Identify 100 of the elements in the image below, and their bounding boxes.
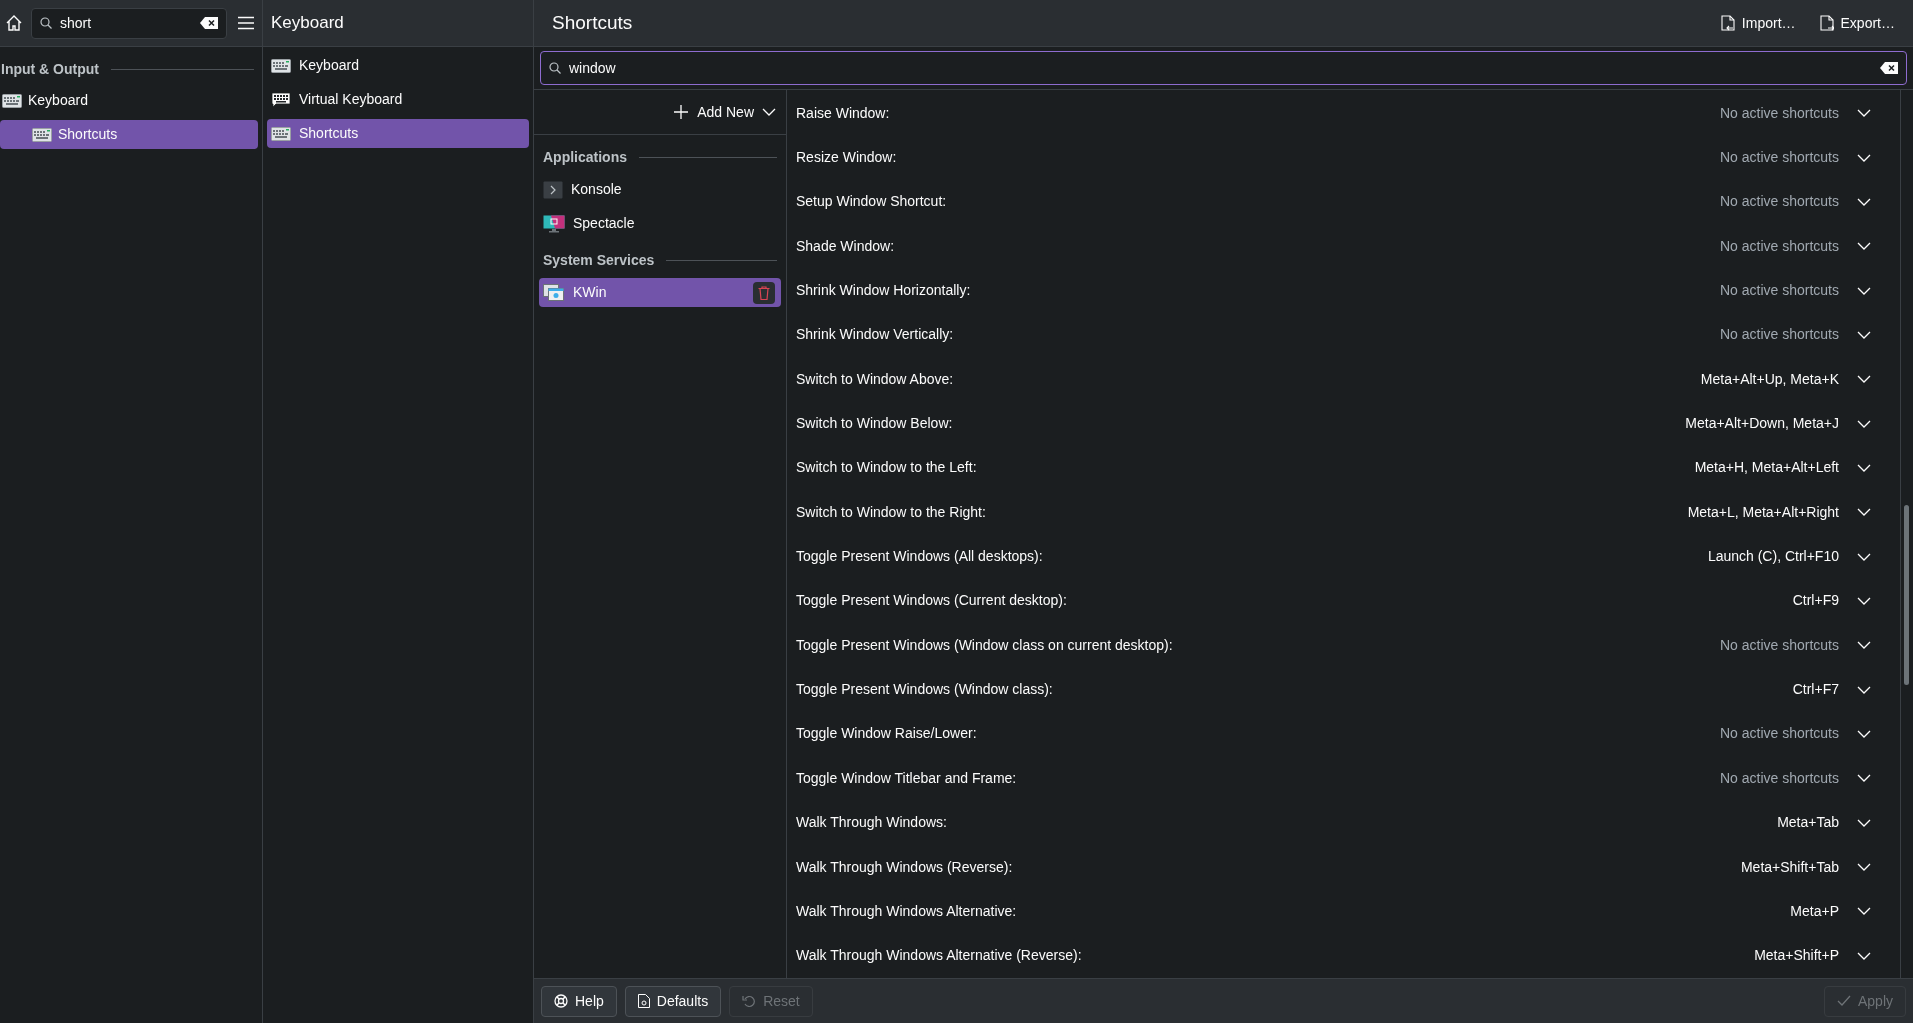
chevron-down-icon	[1857, 109, 1871, 118]
speech-keyboard-icon	[271, 91, 291, 108]
shortcut-keys: Meta+Tab	[1777, 812, 1839, 834]
monitor-icon	[543, 214, 565, 233]
shortcut-keys: Meta+Shift+P	[1754, 945, 1839, 967]
module-item[interactable]: Keyboard	[267, 51, 529, 80]
shortcut-action: Toggle Present Windows (All desktops):	[796, 547, 1044, 567]
keyboard-icon	[271, 126, 291, 141]
shortcut-keys: Meta+Alt+Down, Meta+J	[1685, 413, 1839, 435]
component-label: Konsole	[571, 180, 623, 199]
lifebuoy-icon	[554, 994, 568, 1008]
shortcut-action: Shade Window:	[796, 236, 896, 256]
defaults-button[interactable]: Defaults	[624, 985, 722, 1017]
chevron-down-icon	[1857, 330, 1871, 339]
shortcut-keys: Launch (C), Ctrl+F10	[1707, 546, 1839, 568]
chevron-down-icon	[1857, 685, 1871, 694]
chevron-down-icon	[1857, 596, 1871, 605]
clear-icon	[1880, 62, 1898, 74]
shortcut-keys: No active shortcuts	[1719, 324, 1839, 346]
search-field[interactable]: short	[31, 7, 227, 39]
shortcut-action: Shrink Window Horizontally:	[796, 281, 972, 301]
chevron-down-icon	[1857, 863, 1871, 871]
shortcut-action: Switch to Window to the Left:	[796, 458, 978, 478]
shortcut-keys: No active shortcuts	[1719, 147, 1839, 168]
sidebar-item[interactable]: Keyboard	[0, 86, 258, 115]
shortcut-action: Switch to Window to the Right:	[796, 502, 987, 522]
shortcut-action: Setup Window Shortcut:	[796, 192, 948, 212]
shortcut-action: Walk Through Windows Alternative:	[796, 901, 1018, 921]
chevron-down-icon	[1857, 286, 1871, 295]
shortcut-keys: Ctrl+F9	[1792, 590, 1839, 612]
document-arrow-icon	[1720, 15, 1735, 31]
shortcut-keys: Meta+P	[1790, 900, 1839, 922]
menu-icon	[237, 16, 255, 30]
search-icon	[40, 17, 52, 29]
shortcut-action: Walk Through Windows (Reverse):	[796, 857, 1014, 877]
chevron-down-icon	[1857, 730, 1871, 738]
export-button[interactable]: Export…	[1819, 12, 1895, 34]
chevron-down-icon	[1857, 818, 1871, 827]
section-heading: Input & Output	[1, 59, 99, 79]
sidebar-item[interactable]: Shortcuts	[0, 120, 258, 149]
chevron-down-icon	[1857, 774, 1871, 783]
import-button[interactable]: Import…	[1720, 12, 1796, 34]
shortcut-action: Shrink Window Vertically:	[796, 325, 955, 345]
search-input[interactable]: window	[569, 57, 1872, 79]
shortcut-keys: No active shortcuts	[1719, 191, 1839, 213]
chevron-down-icon	[1857, 641, 1871, 650]
shortcut-action: Resize Window:	[796, 148, 898, 167]
component-item[interactable]: Konsole	[539, 175, 781, 204]
search-field[interactable]: window	[540, 51, 1907, 85]
group-heading: Applications	[543, 147, 627, 167]
shortcut-keys: Meta+L, Meta+Alt+Right	[1687, 501, 1839, 523]
page-title: Shortcuts	[552, 10, 634, 35]
shortcut-action: Switch to Window Below:	[796, 414, 954, 434]
windows-icon	[543, 283, 565, 302]
shortcut-keys: Meta+H, Meta+Alt+Left	[1694, 457, 1839, 479]
chevron-down-icon	[1857, 419, 1871, 428]
scrollbar-thumb[interactable]	[1904, 505, 1909, 685]
chevron-down-icon	[1857, 375, 1871, 384]
shortcut-action: Toggle Present Windows (Current desktop):	[796, 591, 1068, 611]
terminal-icon	[543, 180, 563, 199]
shortcut-keys: Meta+Alt+Up, Meta+K	[1700, 368, 1839, 390]
trash-icon	[758, 285, 770, 300]
shortcut-action: Walk Through Windows:	[796, 813, 948, 833]
chevron-down-icon	[1857, 197, 1871, 206]
chevron-down-icon	[1857, 508, 1871, 517]
component-label: Spectacle	[573, 214, 636, 233]
clear-icon	[200, 17, 218, 29]
search-icon	[549, 62, 561, 74]
add-new-button[interactable]: Add New	[673, 101, 776, 123]
shortcut-keys: No active shortcuts	[1719, 767, 1839, 789]
shortcut-keys: No active shortcuts	[1719, 634, 1839, 656]
help-button[interactable]: Help	[541, 985, 617, 1017]
component-item[interactable]: Spectacle	[539, 209, 781, 238]
group-heading: System Services	[543, 250, 655, 270]
chevron-down-icon	[762, 108, 776, 116]
chevron-down-icon	[1857, 552, 1871, 561]
keyboard-icon	[271, 58, 291, 73]
shortcut-keys: No active shortcuts	[1719, 723, 1839, 745]
document-arrow-icon	[1819, 15, 1834, 31]
shortcut-action: Toggle Window Titlebar and Frame:	[796, 768, 1018, 788]
component-item[interactable]: KWin	[539, 278, 781, 307]
shortcut-keys: Meta+Shift+Tab	[1740, 856, 1839, 878]
chevron-down-icon	[1857, 951, 1871, 960]
chevron-down-icon	[1857, 242, 1871, 251]
home-icon	[5, 14, 23, 32]
module-item[interactable]: Virtual Keyboard	[267, 85, 529, 114]
plus-icon	[673, 104, 690, 120]
column-title: Keyboard	[271, 12, 344, 35]
shortcut-action: Switch to Window Above:	[796, 369, 955, 389]
shortcut-action: Toggle Present Windows (Window class on current desktop):	[796, 635, 1174, 655]
component-label: KWin	[573, 283, 608, 302]
delete-button[interactable]	[753, 281, 775, 304]
keyboard-icon	[2, 93, 22, 108]
shortcut-action: Toggle Window Raise/Lower:	[796, 724, 978, 744]
shortcut-keys: No active shortcuts	[1719, 280, 1839, 302]
chevron-down-icon	[1857, 463, 1871, 472]
shortcut-action: Walk Through Windows Alternative (Reverse):	[796, 946, 1083, 966]
module-item[interactable]: Shortcuts	[267, 119, 529, 148]
keyboard-icon	[32, 127, 52, 142]
shortcut-keys: No active shortcuts	[1719, 102, 1839, 124]
